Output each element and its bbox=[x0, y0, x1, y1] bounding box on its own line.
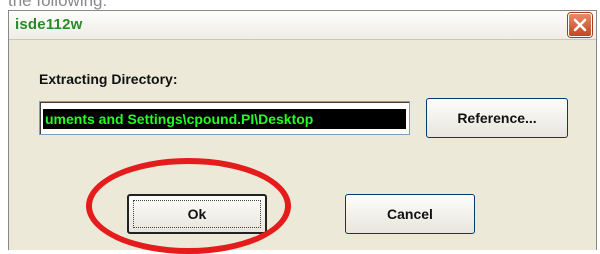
close-button[interactable] bbox=[568, 13, 592, 37]
close-icon bbox=[573, 18, 587, 32]
cancel-button[interactable]: Cancel bbox=[345, 194, 475, 234]
reference-button[interactable]: Reference... bbox=[426, 98, 568, 138]
directory-path-value: uments and Settings\cpound.PI\Desktop bbox=[43, 109, 406, 129]
cancel-button-label: Cancel bbox=[387, 206, 433, 222]
directory-path-input[interactable]: uments and Settings\cpound.PI\Desktop bbox=[39, 101, 410, 135]
dialog-title: isde112w bbox=[15, 16, 83, 33]
title-bar: isde112w bbox=[9, 11, 596, 40]
ok-focus-ring bbox=[133, 200, 261, 228]
ok-button[interactable]: Ok bbox=[127, 194, 267, 234]
reference-button-label: Reference... bbox=[457, 110, 537, 126]
extracting-directory-label: Extracting Directory: bbox=[39, 71, 178, 87]
dialog-window: isde112w Extracting Directory: uments an… bbox=[8, 10, 597, 250]
